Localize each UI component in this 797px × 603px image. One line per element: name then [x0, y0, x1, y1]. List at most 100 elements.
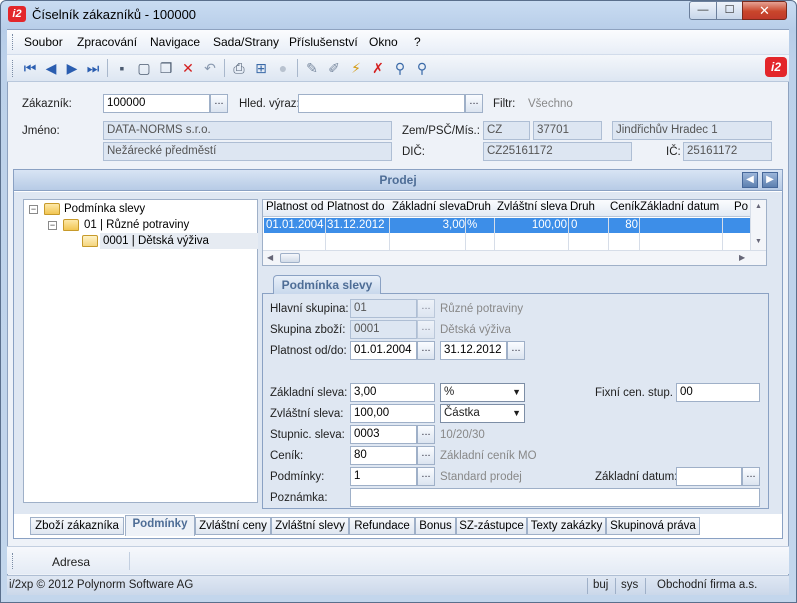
tree-node-level1[interactable]: 01 | Různé potraviny	[84, 217, 189, 233]
col-cenik[interactable]: Ceník	[610, 201, 640, 213]
scroll-thumb[interactable]	[280, 253, 300, 263]
zakladni-sleva-type-select[interactable]: % ▼	[440, 383, 525, 402]
podminky-input[interactable]: 1	[350, 467, 417, 486]
zakladni-sleva-input[interactable]: 3,00	[350, 383, 435, 402]
tree-node-root[interactable]: Podmínka slevy	[64, 201, 145, 217]
close-button[interactable]: ✕	[742, 1, 787, 20]
remove-filter-icon[interactable]: ✗	[369, 59, 387, 77]
conditions-grid[interactable]: Platnost od Platnost do Základní sleva D…	[262, 199, 767, 266]
app-logo-icon[interactable]: i2	[8, 6, 26, 22]
scroll-down-icon[interactable]: ▼	[755, 238, 762, 245]
tab-bonus[interactable]: Bonus	[415, 517, 456, 535]
toolbar-grip[interactable]	[12, 60, 15, 77]
tab-zvlastni-ceny[interactable]: Zvláštní ceny	[195, 517, 271, 535]
save-icon[interactable]: ▪	[113, 59, 131, 77]
menu-help[interactable]: ?	[414, 35, 421, 49]
zakaznik-lookup-button[interactable]: ...	[210, 94, 228, 113]
tab-podminky[interactable]: Podmínky	[125, 515, 195, 536]
copy-record-icon[interactable]: ❐	[157, 59, 175, 77]
stupnic-sleva-lookup-button[interactable]: ...	[417, 425, 435, 444]
stupnic-sleva-input[interactable]: 0003	[350, 425, 417, 444]
next-record-icon[interactable]: ▶	[63, 59, 81, 77]
dic-field: CZ25161172	[483, 142, 632, 161]
chevron-down-icon[interactable]: ▼	[512, 405, 521, 422]
print-icon[interactable]: ⎙	[230, 59, 248, 77]
tree-collapse-level1[interactable]: −	[48, 221, 57, 230]
zakaznik-input[interactable]: 100000	[103, 94, 210, 113]
scroll-up-icon[interactable]: ▲	[755, 203, 762, 210]
hled-vyraz-input[interactable]	[298, 94, 465, 113]
menu-prislusenstvi[interactable]: Příslušenství	[289, 35, 358, 49]
chevron-down-icon[interactable]: ▼	[512, 384, 521, 401]
col-platnost-od[interactable]: Platnost od	[266, 201, 324, 213]
col-druh[interactable]: Druh	[466, 201, 491, 213]
first-record-icon[interactable]: ⏮	[21, 59, 39, 77]
menu-soubor[interactable]: Soubor	[24, 35, 63, 49]
scroll-right-icon[interactable]: ▶	[739, 253, 745, 262]
tab-zvlastni-slevy[interactable]: Zvláštní slevy	[271, 517, 349, 535]
platnost-od-calendar-button[interactable]: ...	[417, 341, 435, 360]
tab-podminka-slevy[interactable]: Podmínka slevy	[273, 275, 381, 294]
tab-refundace[interactable]: Refundace	[349, 517, 415, 535]
prodej-previous-button[interactable]: ◀	[742, 172, 758, 188]
last-record-icon[interactable]: ⏭	[84, 59, 102, 77]
menu-navigace[interactable]: Navigace	[150, 35, 200, 49]
platnost-do-calendar-button[interactable]: ...	[507, 341, 525, 360]
filtr-label: Filtr:	[493, 98, 516, 110]
prodej-next-button[interactable]: ▶	[762, 172, 778, 188]
undo-icon[interactable]: ↶	[201, 59, 219, 77]
col-zakladni-datum[interactable]: Základní datum	[640, 201, 719, 213]
poznamka-input[interactable]	[350, 488, 760, 507]
cell-zvlastni-sleva[interactable]: 100,00	[517, 218, 567, 233]
pen-icon[interactable]: ✐	[325, 59, 343, 77]
previous-record-icon[interactable]: ◀	[42, 59, 60, 77]
zvlastni-sleva-type-select[interactable]: Částka ▼	[440, 404, 525, 423]
cell-zakladni-sleva[interactable]: 3,00	[413, 218, 465, 233]
tree-structure-icon[interactable]: ⊞	[252, 59, 270, 77]
adresa-grip[interactable]	[12, 553, 15, 569]
menu-grip[interactable]	[12, 34, 15, 50]
cell-druh-2[interactable]: 0	[571, 218, 577, 233]
adresa-button[interactable]: Adresa	[52, 555, 90, 569]
filter-icon[interactable]: ⚡	[347, 59, 365, 77]
platnost-do-input[interactable]: 31.12.2012	[440, 341, 507, 360]
col-druh-2[interactable]: Druh	[570, 201, 595, 213]
zakladni-datum-input[interactable]	[676, 467, 742, 486]
menu-zpracovani[interactable]: Zpracování	[77, 35, 137, 49]
tab-zbozi-zakaznika[interactable]: Zboží zákazníka	[30, 517, 124, 535]
cell-druh[interactable]: %	[467, 218, 477, 233]
scroll-left-icon[interactable]: ◀	[267, 253, 273, 262]
cell-platnost-do[interactable]: 31.12.2012	[327, 218, 385, 233]
col-platnost-do[interactable]: Platnost do	[327, 201, 385, 213]
maximize-button[interactable]: ☐	[716, 1, 743, 20]
tree-collapse-root[interactable]: −	[29, 205, 38, 214]
platnost-od-input[interactable]: 01.01.2004	[350, 341, 417, 360]
col-zvlastni-sleva[interactable]: Zvláštní sleva	[497, 201, 567, 213]
grid-horizontal-scrollbar[interactable]: ◀ ▶	[263, 250, 766, 265]
cell-platnost-od[interactable]: 01.01.2004	[266, 218, 324, 233]
zakladni-datum-calendar-button[interactable]: ...	[742, 467, 760, 486]
menu-sada-strany[interactable]: Sada/Strany	[213, 35, 279, 49]
tab-sz-zastupce[interactable]: SZ-zástupce	[456, 517, 527, 535]
edit-pen-icon[interactable]: ✎	[303, 59, 321, 77]
col-zakladni-sleva[interactable]: Základní sleva	[392, 201, 466, 213]
podminky-lookup-button[interactable]: ...	[417, 467, 435, 486]
cell-cenik[interactable]: 80	[613, 218, 638, 233]
search-advanced-icon[interactable]: ⚲	[413, 59, 431, 77]
tab-skupinova-prava[interactable]: Skupinová práva	[606, 517, 700, 535]
tab-texty-zakazky[interactable]: Texty zakázky	[527, 517, 606, 535]
cenik-input[interactable]: 80	[350, 446, 417, 465]
grid-vertical-scrollbar[interactable]: ▲ ▼	[750, 200, 766, 250]
zvlastni-sleva-input[interactable]: 100,00	[350, 404, 435, 423]
new-record-icon[interactable]: ▢	[135, 59, 153, 77]
minimize-button[interactable]: —	[689, 1, 717, 20]
tree-node-level2[interactable]: 0001 | Dětská výživa	[100, 233, 258, 249]
col-po[interactable]: Po	[734, 201, 748, 213]
hled-vyraz-lookup-button[interactable]: ...	[465, 94, 483, 113]
delete-icon[interactable]: ✕	[179, 59, 197, 77]
cenik-lookup-button[interactable]: ...	[417, 446, 435, 465]
fixni-cen-stup-input[interactable]: 00	[676, 383, 760, 402]
search-icon[interactable]: ⚲	[391, 59, 409, 77]
menu-okno[interactable]: Okno	[369, 35, 398, 49]
condition-tree[interactable]: − Podmínka slevy − 01 | Různé potraviny …	[23, 199, 258, 503]
